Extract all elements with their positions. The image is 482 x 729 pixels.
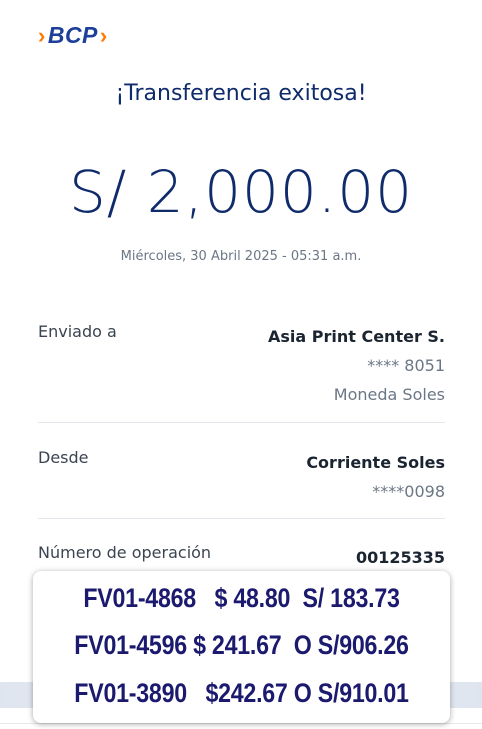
logo-chevron-right-icon: › [99,22,108,48]
from-value: Corriente Soles ****0098 [306,448,445,506]
transfer-amount: S/ 2,000.00 [68,158,414,226]
operation-row: Número de operación 00125335 [38,543,445,573]
operation-label: Número de operación [38,543,212,562]
divider [38,518,445,519]
bottom-divider [0,723,482,724]
divider [38,422,445,423]
from-label: Desde [38,448,89,467]
invoice-note-overlay: FV01-4868 $ 48.80 S/ 183.73 FV01-4596 $ … [33,571,450,723]
recipient-currency: Moneda Soles [333,385,445,404]
recipient-account: **** 8051 [367,356,445,375]
bcp-logo: › BCP › [38,22,108,49]
operation-value: 00125335 [356,543,445,572]
source-account: ****0098 [372,482,445,501]
sent-to-label: Enviado a [38,322,117,341]
logo-text: BCP [47,22,98,48]
source-account-type: Corriente Soles [306,453,445,472]
logo-chevron-left-icon: › [38,22,46,48]
sent-to-row: Enviado a Asia Print Center S. **** 8051… [38,322,445,412]
operation-number: 00125335 [355,548,445,567]
sent-to-value: Asia Print Center S. **** 8051 Moneda So… [268,322,445,409]
invoice-note-line: FV01-4596 $ 241.67 O S/906.26 [74,630,409,660]
recipient-name: Asia Print Center S. [267,327,445,346]
invoice-note-line: FV01-3890 $242.67 O S/910.01 [74,678,409,708]
page-title: ¡Transferencia exitosa! [115,81,367,106]
from-row: Desde Corriente Soles ****0098 [38,448,445,508]
invoice-note-line: FV01-4868 $ 48.80 S/ 183.73 [83,583,400,613]
transfer-datetime: Miércoles, 30 Abril 2025 - 05:31 a.m. [120,249,362,264]
